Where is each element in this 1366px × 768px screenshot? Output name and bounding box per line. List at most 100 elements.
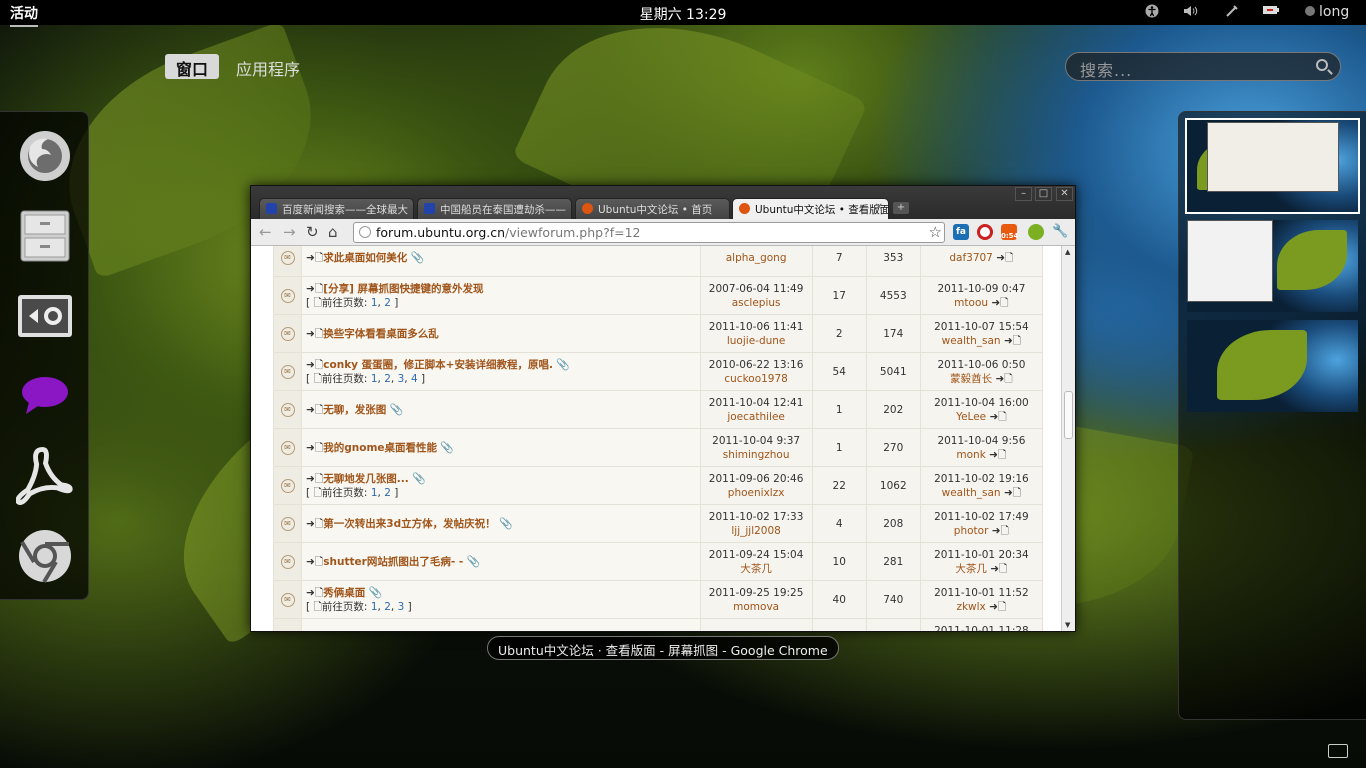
table-row[interactable]: ✉ ➜🗋我的gnome桌面看性能 📎 2011-10-04 9:37 shimingz… [272, 428, 1044, 467]
search-input[interactable]: 搜索... [1065, 52, 1341, 81]
table-row[interactable]: ✉ ➜🗋秀俩桌面 📎[ 🗋前往页数: 1, 2, 3 ] 2011-09-25 19… [272, 580, 1044, 619]
reload-icon[interactable]: ↻ [306, 224, 319, 240]
table-row[interactable]: ✉ ➜🗋shutter网站抓图出了毛病- - 📎 2011-09-24 15:04 大… [272, 542, 1044, 581]
page-link[interactable]: 3 [398, 601, 405, 613]
file-cabinet-icon[interactable] [16, 207, 73, 264]
gthumb-icon[interactable] [16, 287, 73, 344]
table-row[interactable]: ✉ ➜🗋无聊地发几张图... 📎[ 🗋前往页数: 1, 2 ] 2011-09-06… [272, 466, 1044, 505]
tab-applications[interactable]: 应用程序 [225, 54, 311, 79]
author-link[interactable]: alpha_gong [701, 251, 812, 265]
author-link[interactable]: joecathilee [701, 410, 812, 424]
topic-title[interactable]: conky 蛋蛋圈，修正脚本+安装详细教程，原唱. [323, 359, 553, 371]
goto-last-post-icon[interactable]: ➜🗋 [1004, 487, 1021, 499]
wrench-icon[interactable]: 🔧 [1052, 224, 1068, 240]
chat-bubble-icon[interactable] [16, 367, 73, 424]
network-icon[interactable] [1225, 4, 1239, 22]
topic-title[interactable]: 求此桌面如何美化 [323, 252, 407, 264]
volume-icon[interactable] [1183, 4, 1199, 22]
scrollbar-thumb[interactable] [1064, 391, 1073, 439]
author-link[interactable]: momova [701, 600, 812, 614]
scroll-up-icon[interactable]: ▲ [1065, 248, 1070, 256]
last-poster-link[interactable]: zkwlx [956, 601, 985, 613]
goto-last-post-icon[interactable]: ➜🗋 [991, 297, 1008, 309]
bookmark-star-icon[interactable]: ☆ [929, 223, 942, 241]
goto-last-post-icon[interactable]: ➜🗋 [996, 252, 1013, 264]
extension-opera-icon[interactable] [977, 224, 993, 240]
page-link[interactable]: 1 [371, 487, 378, 499]
tab-close-icon[interactable]: ✕ [875, 202, 883, 213]
goto-last-post-icon[interactable]: ➜🗋 [989, 411, 1006, 423]
home-icon[interactable]: ⌂ [328, 224, 338, 240]
page-link[interactable]: 2 [384, 373, 391, 385]
table-row[interactable]: ✉ ➜🗋conky 蛋蛋圈，修正脚本+安装详细教程，原唱. 📎[ 🗋前往页数: 1… [272, 352, 1044, 391]
topic-title[interactable]: 我的gnome桌面看性能 [323, 442, 437, 454]
new-tab-button[interactable]: + [893, 202, 909, 214]
last-poster-link[interactable]: wealth_san [942, 487, 1001, 499]
page-link[interactable]: 3 [398, 373, 405, 385]
author-link[interactable]: asclepius [701, 296, 812, 310]
goto-last-post-icon[interactable]: ➜🗋 [1004, 335, 1021, 347]
table-row[interactable]: ✉ ➜🗋无聊，发张图 📎 2011-10-04 12:41 joecathilee 1 2… [272, 390, 1044, 429]
last-poster-link[interactable]: daf3707 [949, 252, 993, 264]
last-poster-link[interactable]: 蒙毅酋长 [950, 373, 992, 385]
topic-title[interactable]: 无聊，发张图 [323, 404, 386, 416]
close-icon[interactable]: ✕ [1056, 187, 1073, 201]
topic-title[interactable]: 第一次转出来3d立方体，发帖庆祝！ [323, 518, 495, 530]
last-poster-link[interactable]: mtoou [954, 297, 988, 309]
forward-icon[interactable]: → [283, 224, 296, 240]
table-row[interactable]: ✉ ➜🗋换些字体看看桌面多么乱 2011-10-06 11:41 luojie-dun… [272, 314, 1044, 353]
goto-last-post-icon[interactable]: ➜🗋 [992, 525, 1009, 537]
adobe-reader-icon[interactable] [16, 446, 73, 505]
browser-tab-2[interactable]: 中国船员在泰国遭劫杀—— [417, 198, 572, 219]
browser-tab-1[interactable]: 百度新闻搜索——全球最大 [259, 198, 414, 219]
chrome-icon[interactable] [16, 527, 73, 584]
workspace-1[interactable] [1185, 118, 1360, 214]
scrollbar[interactable]: ▲ ▼ [1061, 246, 1075, 631]
topic-title[interactable]: 无聊地发几张图... [323, 473, 408, 485]
goto-last-post-icon[interactable]: ➜🗋 [990, 563, 1007, 575]
workspace-2[interactable] [1187, 220, 1358, 312]
goto-last-post-icon[interactable]: ➜🗋 [989, 601, 1006, 613]
page-link[interactable]: 2 [384, 297, 391, 309]
browser-tab-4[interactable]: Ubuntu中文论坛 • 查看版面 ✕ [732, 198, 889, 219]
address-bar[interactable]: forum.ubuntu.org.cn/viewforum.php?f=12 ☆ [353, 222, 945, 243]
author-link[interactable]: cuckoo1978 [701, 372, 812, 386]
extension-leaf-icon[interactable] [1028, 224, 1044, 240]
author-link[interactable]: luojie-dune [701, 334, 812, 348]
goto-last-post-icon[interactable]: ➜🗋 [989, 449, 1006, 461]
topic-title[interactable]: 秀俩桌面 [323, 587, 365, 599]
table-row[interactable]: ✉ ➜🗋第一次转出来3d立方体，发帖庆祝！ 📎 2011-10-02 17:33 lj… [272, 504, 1044, 543]
minimize-icon[interactable]: – [1015, 187, 1032, 201]
page-link[interactable]: 1 [371, 297, 378, 309]
table-row[interactable]: ✉➜🗋朴素的桌面 📎2011-09-28 17:4442822011-10-01… [272, 618, 1044, 631]
topic-title[interactable]: [分享] 屏幕抓图快捷键的意外发现 [323, 283, 483, 295]
user-menu[interactable]: long [1305, 4, 1349, 20]
last-poster-link[interactable]: YeLee [956, 411, 986, 423]
extension-fa-icon[interactable]: fa [953, 224, 969, 240]
author-link[interactable]: 大茶几 [701, 562, 812, 576]
last-poster-link[interactable]: photor [954, 525, 989, 537]
workspace-3[interactable] [1187, 320, 1358, 412]
table-row[interactable]: ✉ ➜🗋[分享] 屏幕抓图快捷键的意外发现[ 🗋前往页数: 1, 2 ] 2007-… [272, 276, 1044, 315]
page-link[interactable]: 4 [411, 373, 418, 385]
firefox-icon[interactable] [16, 127, 73, 184]
page-link[interactable]: 2 [384, 487, 391, 499]
author-link[interactable]: ljj_jjl2008 [701, 524, 812, 538]
activities-button[interactable]: 活动 [10, 3, 38, 27]
accessibility-icon[interactable] [1145, 4, 1159, 22]
topic-title[interactable]: shutter网站抓图出了毛病- - [323, 556, 463, 568]
tab-windows[interactable]: 窗口 [165, 54, 220, 79]
clock-label[interactable]: 星期六 13:29 [640, 7, 727, 23]
scroll-down-icon[interactable]: ▼ [1065, 621, 1070, 629]
topic-title[interactable]: 换些字体看看桌面多么乱 [323, 328, 439, 340]
author-link[interactable]: shimingzhou [701, 448, 812, 462]
browser-tab-3[interactable]: Ubuntu中文论坛 • 首页 [575, 198, 730, 219]
keyboard-icon[interactable] [1328, 744, 1348, 758]
table-row[interactable]: ✉ ➜🗋求此桌面如何美化 📎 alpha_gong 7 353 daf3707 ➜🗋 [272, 246, 1044, 277]
extension-player-icon[interactable]: 0:54 [1001, 224, 1018, 240]
page-link[interactable]: 2 [384, 601, 391, 613]
last-poster-link[interactable]: wealth_san [942, 335, 1001, 347]
goto-last-post-icon[interactable]: ➜🗋 [995, 373, 1012, 385]
chrome-window[interactable]: – □ ✕ 百度新闻搜索——全球最大 中国船员在泰国遭劫杀—— Ubuntu中文… [250, 185, 1076, 632]
author-link[interactable]: phoenixlzx [701, 486, 812, 500]
